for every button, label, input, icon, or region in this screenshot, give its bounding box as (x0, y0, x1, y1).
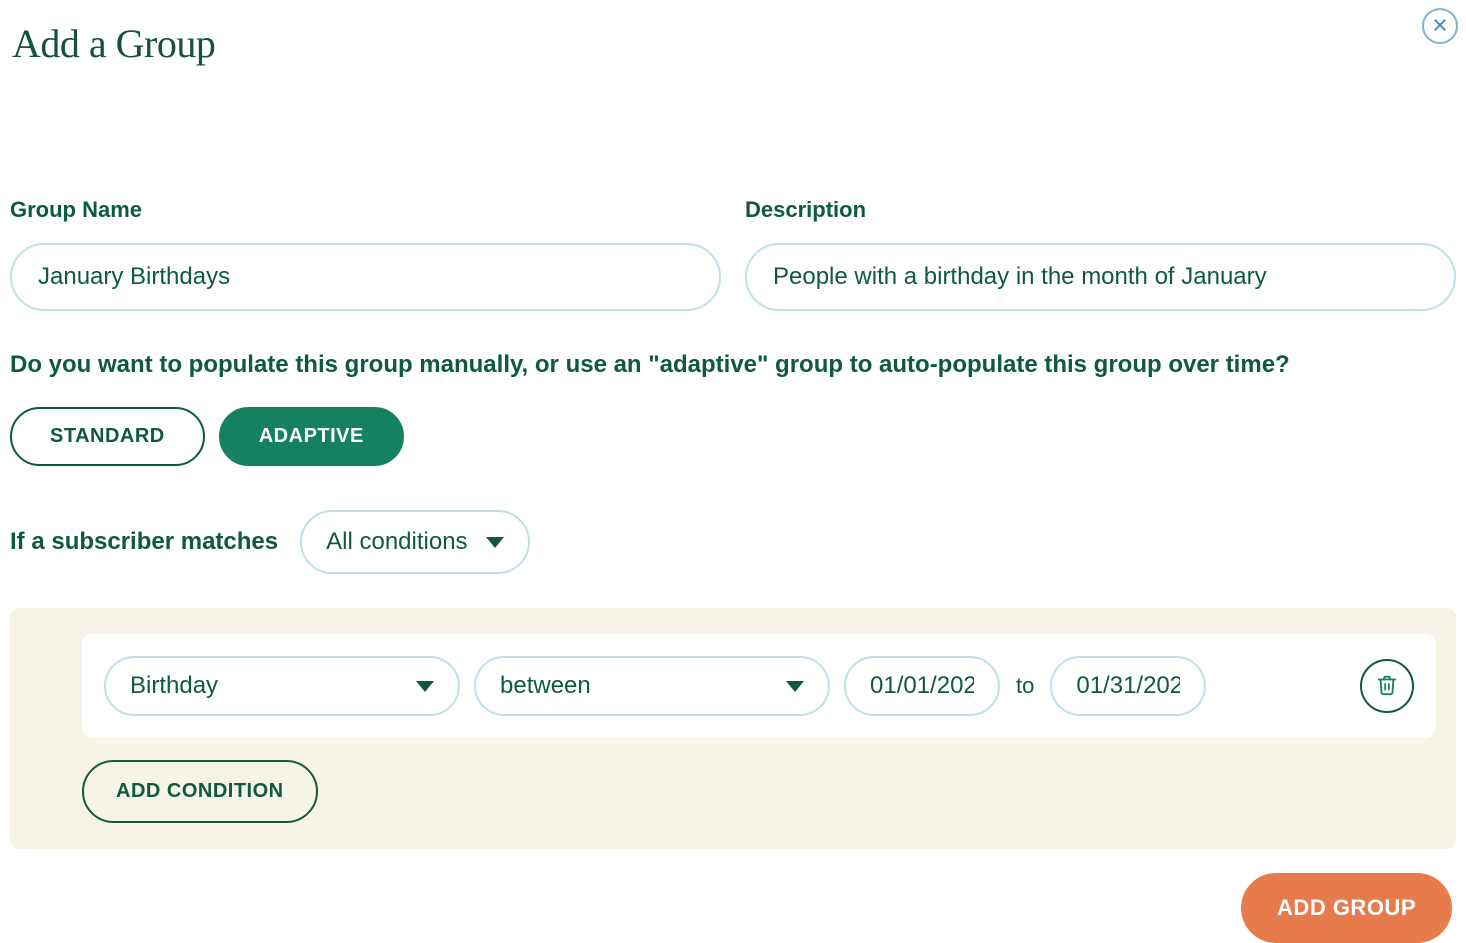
match-mode-select[interactable]: All conditions (300, 510, 529, 574)
delete-condition-button[interactable] (1360, 659, 1414, 713)
condition-field-value: Birthday (130, 672, 218, 700)
group-name-field: Group Name (10, 197, 721, 311)
fields-row: Group Name Description (10, 197, 1456, 311)
page-title: Add a Group (12, 20, 1456, 67)
conditions-panel: Birthday between to ADD CONDITION (10, 608, 1456, 849)
adaptive-button[interactable]: ADAPTIVE (219, 407, 404, 466)
match-label: If a subscriber matches (10, 528, 278, 556)
footer: ADD GROUP (10, 873, 1456, 943)
standard-button[interactable]: STANDARD (10, 407, 205, 466)
trash-icon (1376, 674, 1398, 699)
date-to-input[interactable] (1050, 656, 1206, 716)
condition-row: Birthday between to (82, 634, 1436, 738)
description-input[interactable] (745, 243, 1456, 311)
chevron-down-icon (416, 681, 434, 692)
population-question: Do you want to populate this group manua… (10, 351, 1456, 379)
match-mode-value: All conditions (326, 528, 467, 556)
condition-field-select[interactable]: Birthday (104, 656, 460, 716)
chevron-down-icon (486, 537, 504, 548)
condition-operator-select[interactable]: between (474, 656, 830, 716)
group-name-input[interactable] (10, 243, 721, 311)
chevron-down-icon (786, 681, 804, 692)
add-group-button[interactable]: ADD GROUP (1241, 873, 1452, 943)
description-field: Description (745, 197, 1456, 311)
to-label: to (1014, 673, 1036, 699)
description-label: Description (745, 197, 1456, 223)
add-condition-button[interactable]: ADD CONDITION (82, 760, 318, 823)
match-row: If a subscriber matches All conditions (10, 510, 1456, 574)
condition-operator-value: between (500, 672, 591, 700)
date-from-input[interactable] (844, 656, 1000, 716)
population-toggle: STANDARD ADAPTIVE (10, 407, 1456, 466)
close-button[interactable] (1422, 8, 1458, 44)
close-icon (1432, 17, 1448, 36)
group-name-label: Group Name (10, 197, 721, 223)
